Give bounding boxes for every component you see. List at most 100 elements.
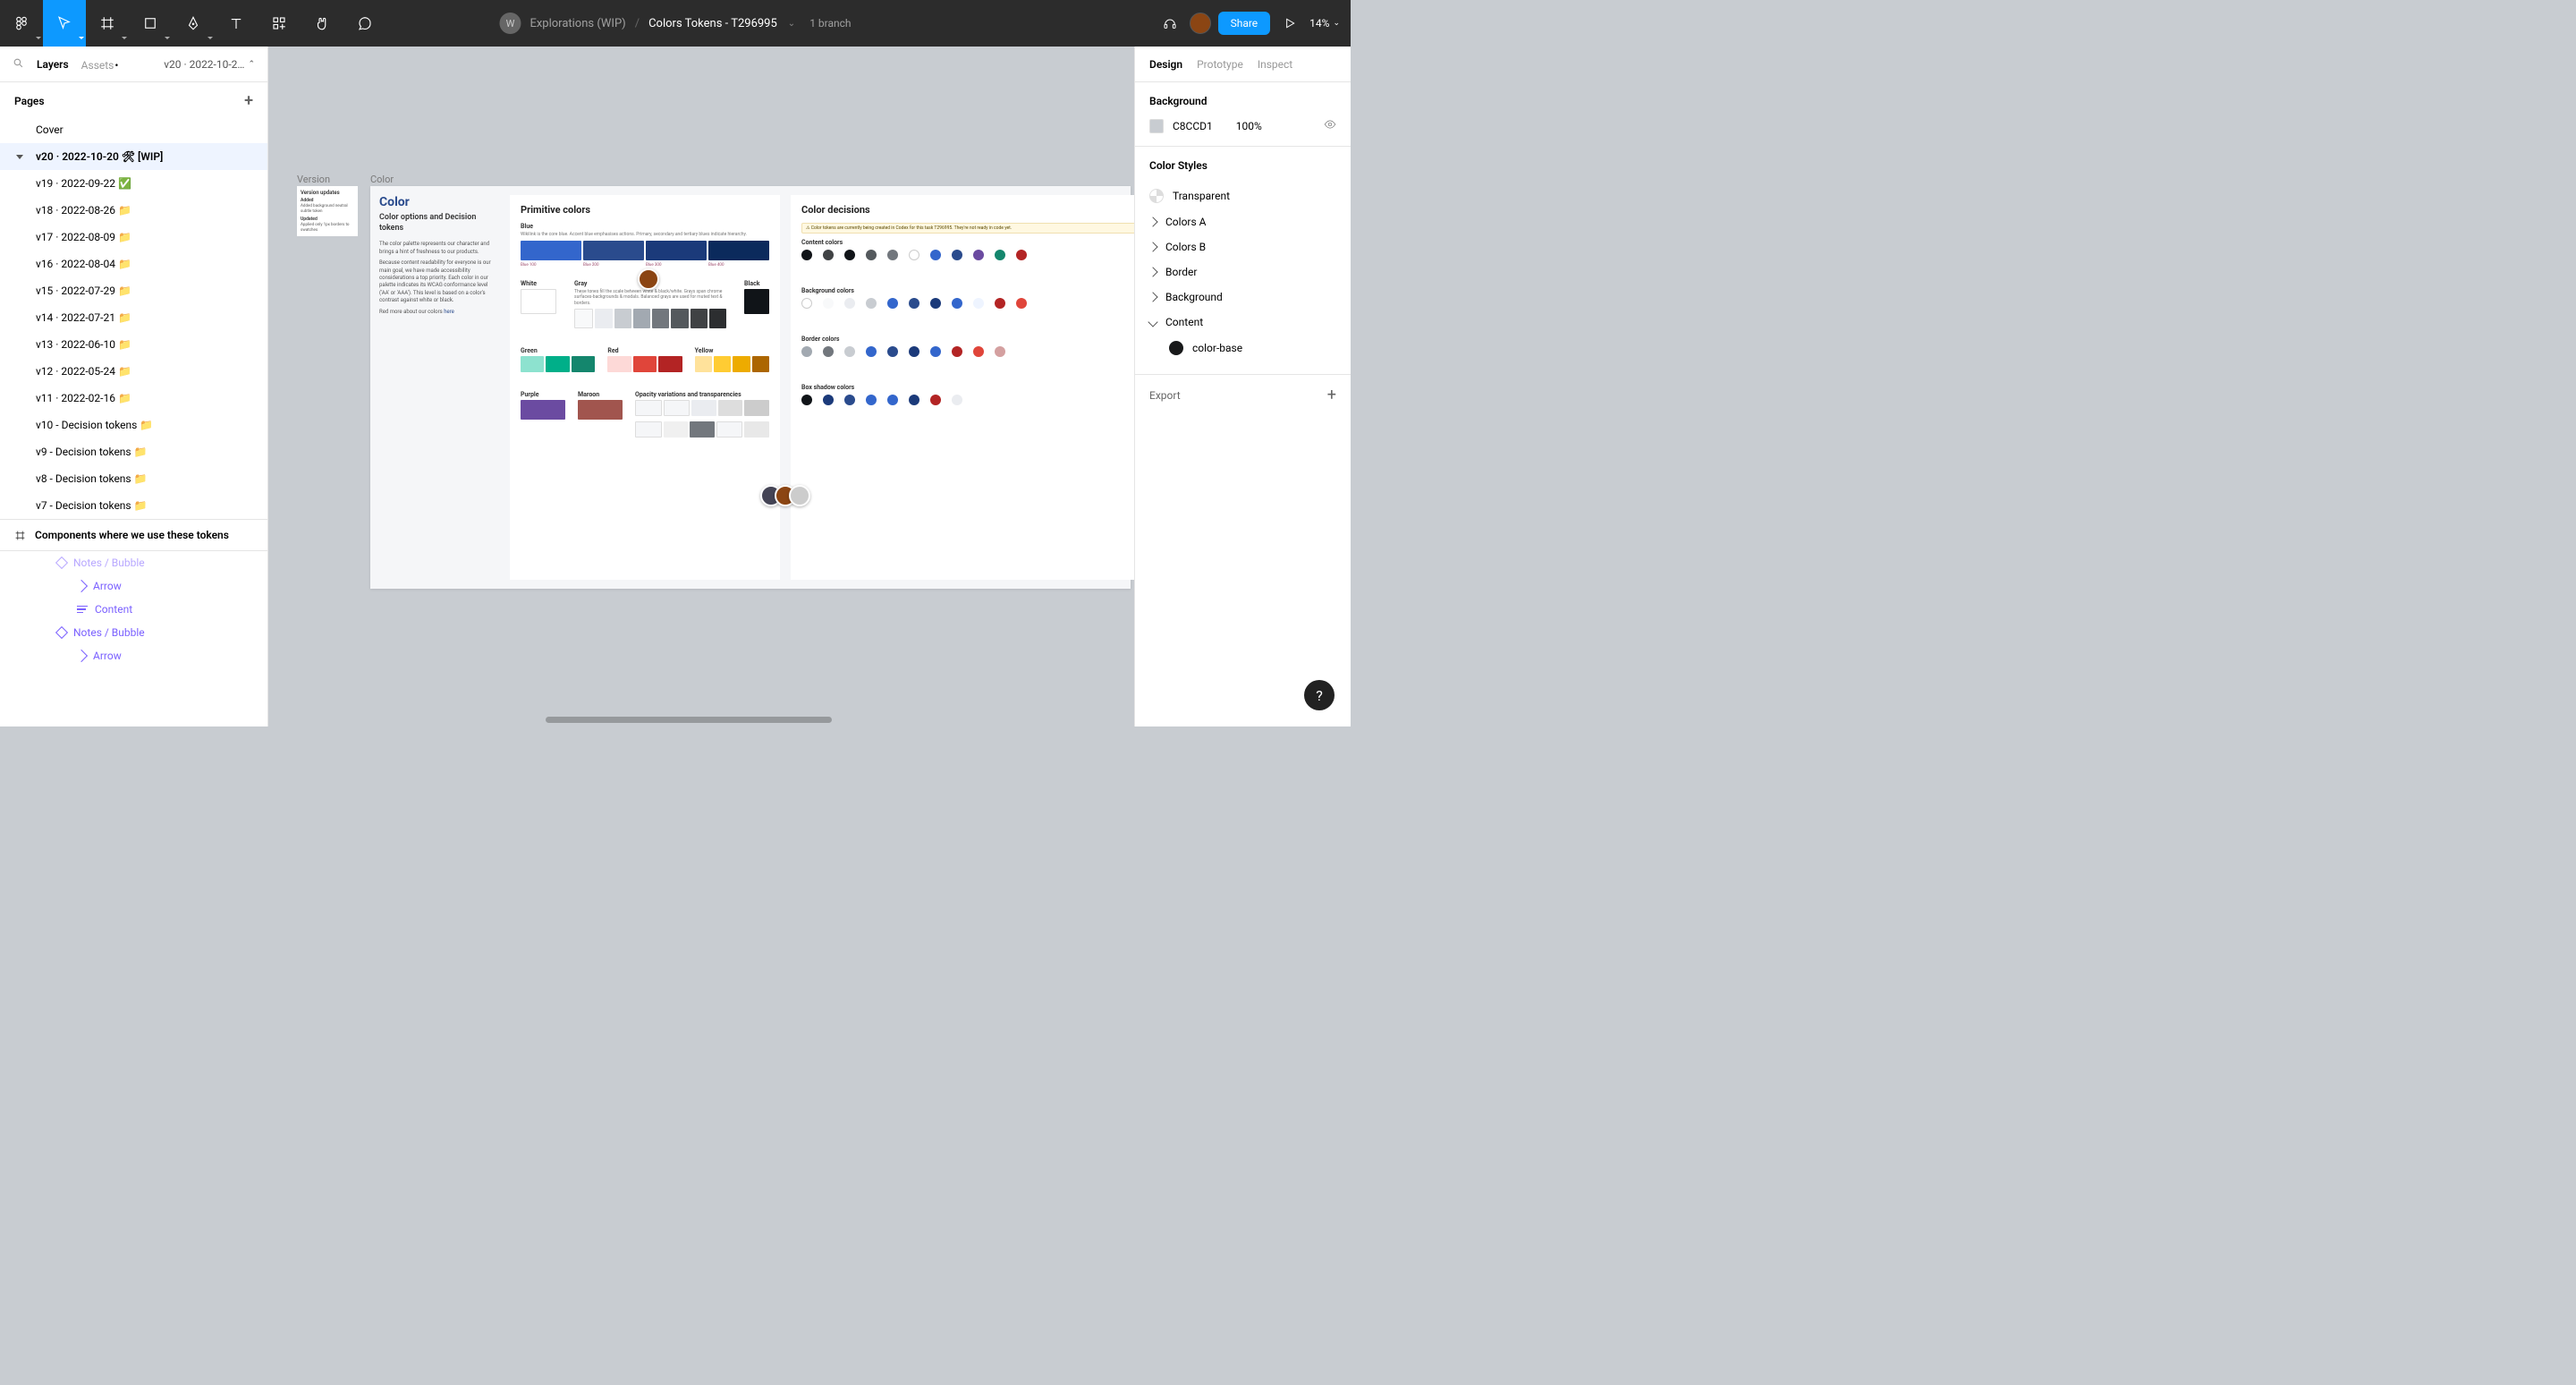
design-tab[interactable]: Design [1149,58,1182,71]
frame-tool-button[interactable] [86,0,129,47]
layer-item[interactable]: Notes / Bubble [0,551,267,574]
file-name[interactable]: Colors Tokens - T296995 [648,17,777,30]
decisions-title: Color decisions [801,204,1134,216]
red-label: Red [607,347,682,354]
color-style-item[interactable]: Colors A [1149,209,1336,234]
workspace-badge[interactable]: W [499,13,521,34]
user-avatar[interactable] [1190,13,1211,34]
pages-list: Coverv20 · 2022-10-20 🛠 [WIP]v19 · 2022-… [0,116,267,519]
project-name[interactable]: Explorations (WIP) [530,17,625,30]
breadcrumb-separator: / [635,17,640,30]
page-item[interactable]: v10 - Decision tokens 📁 [0,412,267,438]
blue-label: Blue [521,223,769,230]
page-item[interactable]: v15 · 2022-07-29 📁 [0,277,267,304]
color-style-item[interactable]: Colors B [1149,234,1336,259]
layer-item[interactable]: Notes / Bubble [0,621,267,644]
maroon-label: Maroon [578,391,623,398]
page-item[interactable]: v14 · 2022-07-21 📁 [0,304,267,331]
color-styles-title: Color Styles [1149,159,1336,172]
branch-indicator[interactable]: 1 branch [809,17,851,30]
intro-p1: The color palette represents our charact… [379,241,496,256]
page-item[interactable]: v13 · 2022-06-10 📁 [0,331,267,358]
resources-button[interactable] [258,0,301,47]
present-button[interactable] [1277,11,1302,36]
page-item[interactable]: v7 - Decision tokens 📁 [0,492,267,519]
breadcrumb: W Explorations (WIP) / Colors Tokens - T… [499,13,851,34]
page-item[interactable]: v16 · 2022-08-04 📁 [0,251,267,277]
zoom-control[interactable]: 14%⌄ [1309,17,1340,30]
border-colors-label: Border colors [801,336,1134,343]
intro-p3: Red more about our colors here [379,309,496,316]
layer-item[interactable]: Arrow [0,574,267,598]
move-tool-button[interactable] [43,0,86,47]
black-label: Black [744,280,769,287]
bg-opacity-value[interactable]: 100% [1236,120,1262,132]
audio-button[interactable] [1157,11,1182,36]
top-toolbar: W Explorations (WIP) / Colors Tokens - T… [0,0,1351,47]
chevron-down-icon[interactable]: ⌄ [788,19,795,29]
page-picker[interactable]: v20 · 2022-10-2…⌃ [164,58,255,71]
figma-menu-button[interactable] [0,0,43,47]
add-export-button[interactable]: + [1327,387,1336,404]
hand-tool-button[interactable] [301,0,343,47]
page-item[interactable]: v8 - Decision tokens 📁 [0,465,267,492]
color-heading: Color [379,195,496,209]
color-style-item[interactable]: Background [1149,285,1336,310]
bg-hex-value[interactable]: C8CCD1 [1173,120,1213,132]
comment-tool-button[interactable] [343,0,386,47]
color-base-style[interactable]: color-base [1149,335,1336,361]
color-style-item[interactable]: Transparent [1149,183,1336,209]
shape-tool-button[interactable] [129,0,172,47]
white-label: White [521,280,556,287]
page-item[interactable]: v12 · 2022-05-24 📁 [0,358,267,385]
page-item[interactable]: v20 · 2022-10-20 🛠 [WIP] [0,143,267,170]
page-item[interactable]: v19 · 2022-09-22 ✅ [0,170,267,197]
inspect-tab[interactable]: Inspect [1258,58,1292,71]
shadow-colors-label: Box shadow colors [801,384,1134,391]
page-item[interactable]: v17 · 2022-08-09 📁 [0,224,267,251]
add-page-button[interactable]: + [244,93,253,109]
pen-tool-button[interactable] [172,0,215,47]
layer-item[interactable]: Arrow [0,644,267,667]
collaborator-cursor-1 [638,268,659,290]
bg-color-swatch[interactable] [1149,119,1164,133]
page-item[interactable]: v18 · 2022-08-26 📁 [0,197,267,224]
pages-header: Pages [14,95,45,107]
search-icon[interactable] [13,57,24,72]
primitive-colors-panel: Primitive colors Blue Wikilink is the co… [510,195,780,580]
components-frame-row[interactable]: Components where we use these tokens [0,519,267,550]
visibility-toggle[interactable] [1324,118,1336,133]
opacity-label: Opacity variations and transparencies [635,391,769,398]
intro-p2: Because content readability for everyone… [379,259,496,304]
prototype-tab[interactable]: Prototype [1197,58,1243,71]
page-item[interactable]: Cover [0,116,267,143]
color-base-swatch [1169,341,1183,355]
background-colors-label: Background colors [801,287,1134,294]
blue-desc: Wikilink is the core blue. Accent blue e… [521,232,769,238]
text-tool-button[interactable] [215,0,258,47]
canvas[interactable]: Version Color Version updates Added Adde… [268,47,1134,726]
canvas-scrollbar[interactable] [546,717,832,723]
color-style-item[interactable]: Border [1149,259,1336,285]
page-item[interactable]: v11 · 2022-02-16 📁 [0,385,267,412]
color-frame[interactable]: Color Color options and Decision tokens … [370,186,1131,589]
warning-banner: ⚠ Color tokens are currently being creat… [801,223,1134,234]
help-button[interactable]: ? [1304,680,1335,710]
assets-tab[interactable]: Assets [81,59,92,70]
color-subheading: Color options and Decision tokens [379,213,496,234]
page-item[interactable]: v9 - Decision tokens 📁 [0,438,267,465]
layer-item[interactable]: Content [0,598,267,621]
content-colors-label: Content colors [801,239,1134,246]
version-frame-label[interactable]: Version [297,174,330,185]
background-section-title: Background [1149,95,1336,107]
color-frame-label[interactable]: Color [370,174,394,185]
version-frame[interactable]: Version updates Added Added background n… [297,186,358,236]
purple-label: Purple [521,391,565,398]
color-style-item[interactable]: Content [1149,310,1336,335]
layers-tab[interactable]: Layers [37,58,69,71]
yellow-label: Yellow [695,347,769,354]
right-panel: Design Prototype Inspect Background C8CC… [1134,47,1351,726]
export-section[interactable]: Export + [1135,375,1351,416]
left-panel: Layers Assets v20 · 2022-10-2…⌃ Pages + … [0,47,268,726]
share-button[interactable]: Share [1218,12,1271,35]
